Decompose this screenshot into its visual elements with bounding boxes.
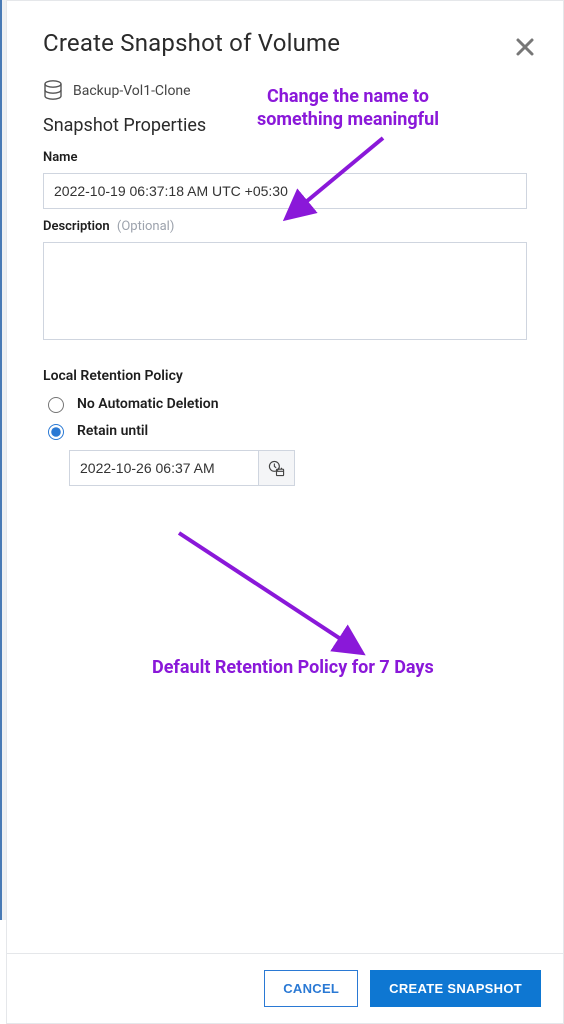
description-optional: (Optional) [117,219,174,234]
cancel-button[interactable]: CANCEL [264,970,358,1007]
clock-calendar-icon [268,460,285,477]
volume-row: Backup-Vol1-Clone [43,79,527,103]
dialog-panel: Create Snapshot of Volume Backup-Vol1-Cl… [6,0,564,1024]
datetime-picker-button[interactable] [259,450,295,486]
volume-name: Backup-Vol1-Clone [73,83,191,99]
create-snapshot-button[interactable]: CREATE SNAPSHOT [370,970,541,1007]
dialog-content: Backup-Vol1-Clone Snapshot Properties Na… [7,65,563,953]
radio-no-deletion[interactable] [48,397,64,413]
description-label: Description (Optional) [43,219,527,234]
retention-heading: Local Retention Policy [43,368,527,384]
radio-retain-until-row: Retain until [43,421,527,440]
radio-retain-until-label[interactable]: Retain until [77,423,148,439]
radio-no-deletion-row: No Automatic Deletion [43,394,527,413]
close-icon [513,35,537,59]
description-input[interactable] [43,242,527,340]
name-label: Name [43,150,527,165]
radio-no-deletion-label[interactable]: No Automatic Deletion [77,396,219,412]
retain-until-input[interactable] [69,450,259,486]
dialog-header: Create Snapshot of Volume [7,1,563,65]
dialog-footer: CANCEL CREATE SNAPSHOT [7,953,563,1023]
dialog-title: Create Snapshot of Volume [43,29,527,57]
properties-heading: Snapshot Properties [43,115,527,136]
description-label-text: Description [43,219,110,234]
close-button[interactable] [513,35,537,59]
database-icon [43,79,63,103]
retain-date-row [69,450,527,486]
radio-retain-until[interactable] [48,424,64,440]
name-input[interactable] [43,173,527,209]
